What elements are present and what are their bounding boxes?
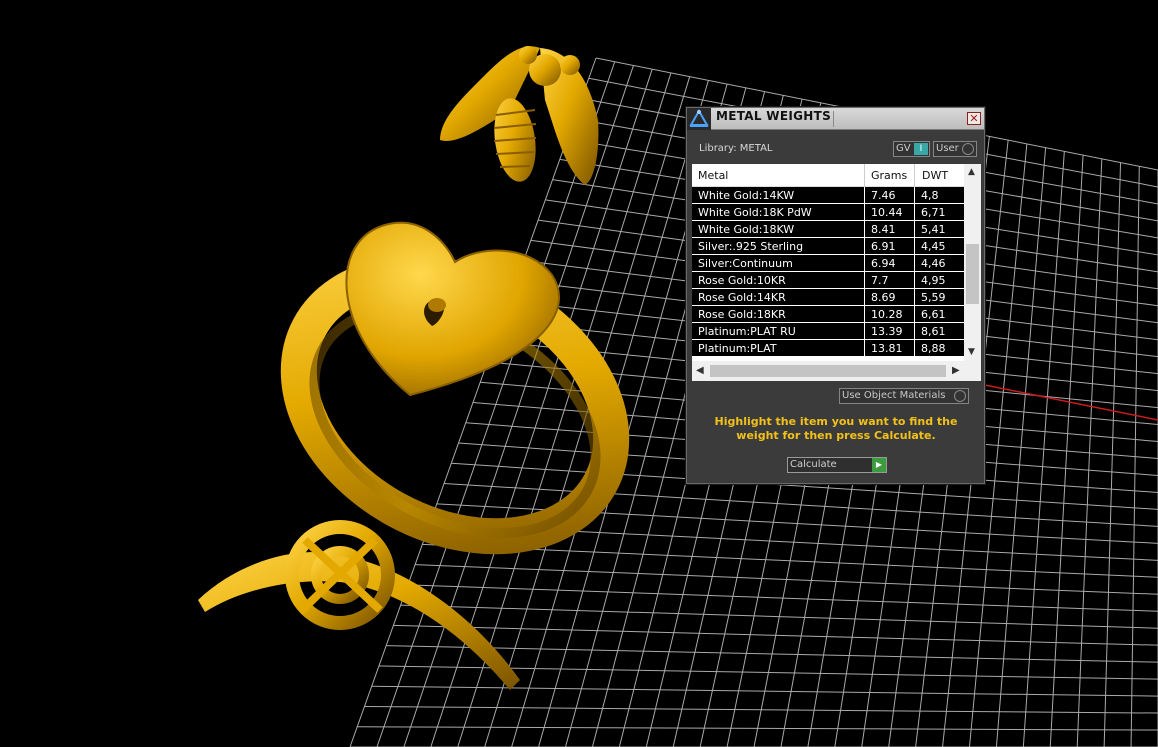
table-row[interactable]: Platinum:PLAT RU 13.39 8,61: [692, 323, 964, 340]
horizontal-scrollbar[interactable]: ◀ ▶: [692, 361, 964, 381]
close-button[interactable]: ✕: [967, 112, 981, 125]
cell-metal: White Gold:18K PdW: [698, 206, 812, 219]
scroll-up-icon[interactable]: ▲: [968, 167, 975, 177]
library-label: Library: METAL: [699, 143, 773, 154]
table-row[interactable]: Rose Gold:18KR 10.28 6,61: [692, 306, 964, 323]
column-header-dwt[interactable]: DWT: [922, 169, 948, 182]
cell-metal: Silver:Continuum: [698, 257, 793, 270]
table-header: Metal Grams DWT: [692, 164, 964, 187]
user-toggle-label: User: [936, 143, 959, 154]
cell-dwt: 6,71: [921, 206, 946, 219]
cell-divider: [914, 323, 915, 340]
calculate-label: Calculate: [790, 459, 837, 470]
table-rows: White Gold:14KW 7.46 4,8 White Gold:18K PdW…: [692, 187, 964, 359]
play-icon: ▶: [872, 458, 886, 472]
cell-dwt: 4,95: [921, 274, 946, 287]
panel-title: METAL WEIGHTS: [716, 109, 832, 123]
header-divider: [864, 164, 865, 187]
instruction-text: Highlight the item you want to find the …: [714, 415, 958, 442]
scale-icon: [687, 108, 711, 130]
table-row[interactable]: Rose Gold:10KR 7.7 4,95: [692, 272, 964, 289]
cell-metal: Platinum:PLAT RU: [698, 325, 796, 338]
table-row[interactable]: Platinum:PLAT 13.81 8,88: [692, 340, 964, 357]
vertical-scrollbar[interactable]: ▲ ▼: [964, 164, 981, 361]
cell-divider: [914, 187, 915, 204]
cell-grams: 7.7: [871, 274, 889, 287]
cell-metal: White Gold:14KW: [698, 189, 795, 202]
scroll-left-icon[interactable]: ◀: [696, 365, 704, 376]
metal-table: Metal Grams DWT White Gold:14KW 7.46 4,8 Wh…: [692, 164, 981, 381]
header-divider: [914, 164, 915, 187]
panel-titlebar[interactable]: METAL WEIGHTS ✕: [687, 108, 984, 130]
cell-metal: Rose Gold:18KR: [698, 308, 786, 321]
horizontal-scroll-thumb[interactable]: [710, 365, 946, 377]
cell-divider: [864, 204, 865, 221]
bee-pendant-model: [440, 46, 599, 185]
cell-dwt: 4,46: [921, 257, 946, 270]
cell-divider: [864, 323, 865, 340]
cell-divider: [914, 221, 915, 238]
user-toggle-indicator: [962, 143, 974, 155]
cell-divider: [864, 340, 865, 357]
cell-divider: [914, 340, 915, 357]
scroll-right-icon[interactable]: ▶: [952, 365, 960, 376]
table-row[interactable]: White Gold:18KW 8.41 5,41: [692, 221, 964, 238]
cell-grams: 10.44: [871, 206, 903, 219]
cell-divider: [864, 221, 865, 238]
cell-dwt: 8,88: [921, 342, 946, 355]
gv-toggle-indicator: I: [914, 143, 928, 155]
scroll-down-icon[interactable]: ▼: [968, 347, 975, 357]
cell-metal: Rose Gold:14KR: [698, 291, 786, 304]
gv-toggle-label: GV: [896, 143, 911, 154]
cell-divider: [914, 272, 915, 289]
user-toggle[interactable]: User: [933, 141, 977, 157]
cell-divider: [914, 255, 915, 272]
cell-divider: [914, 238, 915, 255]
cell-divider: [914, 289, 915, 306]
cell-divider: [864, 255, 865, 272]
cell-divider: [864, 272, 865, 289]
cell-dwt: 8,61: [921, 325, 946, 338]
x-axis-line: [984, 384, 1158, 421]
cell-grams: 13.39: [871, 325, 903, 338]
cell-divider: [914, 306, 915, 323]
cell-divider: [864, 306, 865, 323]
scroll-corner: [964, 361, 981, 381]
cell-dwt: 6,61: [921, 308, 946, 321]
cell-grams: 6.91: [871, 240, 896, 253]
cell-grams: 8.41: [871, 223, 896, 236]
cell-grams: 8.69: [871, 291, 896, 304]
column-header-metal[interactable]: Metal: [698, 169, 728, 182]
vertical-scroll-thumb[interactable]: [966, 244, 979, 304]
cell-dwt: 5,59: [921, 291, 946, 304]
table-row[interactable]: Silver:.925 Sterling 6.91 4,45: [692, 238, 964, 255]
cell-grams: 10.28: [871, 308, 903, 321]
cell-metal: Platinum:PLAT: [698, 342, 777, 355]
metal-weights-panel: METAL WEIGHTS ✕ Library: METAL GV I User…: [686, 107, 985, 484]
cell-divider: [864, 187, 865, 204]
table-row[interactable]: White Gold:14KW 7.46 4,8: [692, 187, 964, 204]
cell-divider: [914, 204, 915, 221]
cell-dwt: 4,45: [921, 240, 946, 253]
cell-grams: 6.94: [871, 257, 896, 270]
cell-grams: 7.46: [871, 189, 896, 202]
use-object-materials-toggle[interactable]: Use Object Materials: [839, 388, 969, 404]
cell-divider: [864, 289, 865, 306]
table-row[interactable]: Silver:Continuum 6.94 4,46: [692, 255, 964, 272]
cell-grams: 13.81: [871, 342, 903, 355]
table-row[interactable]: White Gold:18K PdW 10.44 6,71: [692, 204, 964, 221]
use-object-materials-label: Use Object Materials: [842, 390, 946, 401]
cell-metal: White Gold:18KW: [698, 223, 795, 236]
cell-dwt: 5,41: [921, 223, 946, 236]
cell-metal: Rose Gold:10KR: [698, 274, 786, 287]
cell-divider: [864, 238, 865, 255]
title-separator: [833, 111, 834, 127]
column-header-grams[interactable]: Grams: [871, 169, 907, 182]
cell-dwt: 4,8: [921, 189, 939, 202]
use-object-materials-indicator: [954, 390, 966, 402]
gv-toggle[interactable]: GV I: [893, 141, 930, 157]
calculate-button[interactable]: Calculate ▶: [787, 457, 887, 473]
cell-metal: Silver:.925 Sterling: [698, 240, 804, 253]
table-row[interactable]: Rose Gold:14KR 8.69 5,59: [692, 289, 964, 306]
